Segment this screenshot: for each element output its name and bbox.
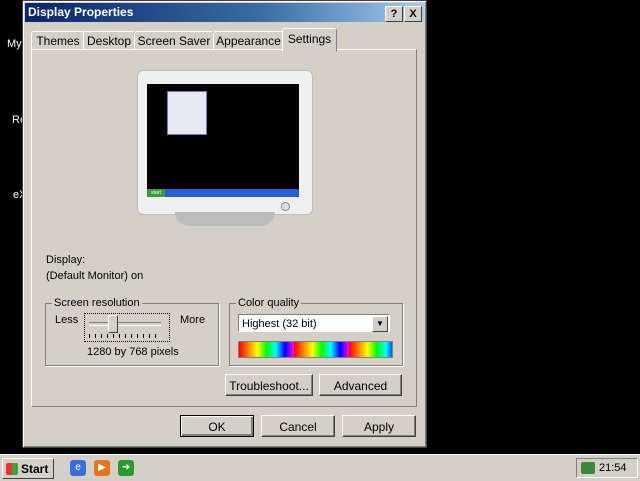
color-quality-title: Color quality [236,297,302,309]
network-tray-icon[interactable] [581,462,595,475]
color-spectrum-bar [238,341,393,358]
clock[interactable]: 21:54 [599,462,627,474]
less-label: Less [55,314,79,326]
screen-resolution-title: Screen resolution [52,297,142,309]
desktop-icon-label[interactable]: My [7,38,22,50]
chevron-down-icon[interactable]: ▼ [372,316,388,332]
advanced-button[interactable]: Advanced [319,374,402,396]
preview-start: start [147,189,165,197]
resolution-slider-thumb[interactable] [107,315,118,333]
taskbar: Start e ▶ ➜ 21:54 [0,454,640,481]
more-label: More [180,314,206,326]
media-icon[interactable]: ▶ [94,460,110,476]
color-quality-select[interactable]: Highest (32 bit) ▼ [238,314,390,332]
tab-appearance[interactable]: Appearance [213,31,284,51]
windows-logo-icon [6,463,18,475]
tab-screen-saver[interactable]: Screen Saver [134,31,214,51]
preview-window [167,91,207,135]
help-button[interactable]: ? [385,6,403,22]
monitor-screen: start [147,84,299,197]
show-desktop-icon[interactable]: ➜ [118,460,134,476]
start-button[interactable]: Start [2,458,54,479]
cancel-button[interactable]: Cancel [261,415,335,437]
internet-explorer-icon[interactable]: e [70,460,86,476]
apply-button[interactable]: Apply [342,415,416,437]
monitor-preview: start [137,70,313,215]
power-button-icon [281,202,290,211]
tab-settings[interactable]: Settings [282,28,337,52]
troubleshoot-button[interactable]: Troubleshoot... [225,374,313,396]
color-quality-value: Highest (32 bit) [242,318,317,330]
title-bar[interactable]: Display Properties ? X [25,3,424,22]
tab-desktop[interactable]: Desktop [83,31,135,51]
resolution-value: 1280 by 768 pixels [87,346,179,358]
tab-themes[interactable]: Themes [31,31,85,51]
window-title: Display Properties [28,5,134,19]
resolution-slider-track[interactable] [89,322,161,326]
preview-taskbar: start [147,189,299,197]
display-label: Display: [46,254,86,266]
ok-button[interactable]: OK [180,415,254,437]
close-button[interactable]: X [404,6,422,22]
display-value: (Default Monitor) on [46,270,144,282]
system-tray: 21:54 [576,458,638,478]
start-label: Start [21,462,49,476]
monitor-stand [175,212,275,226]
slider-ticks [89,334,161,338]
